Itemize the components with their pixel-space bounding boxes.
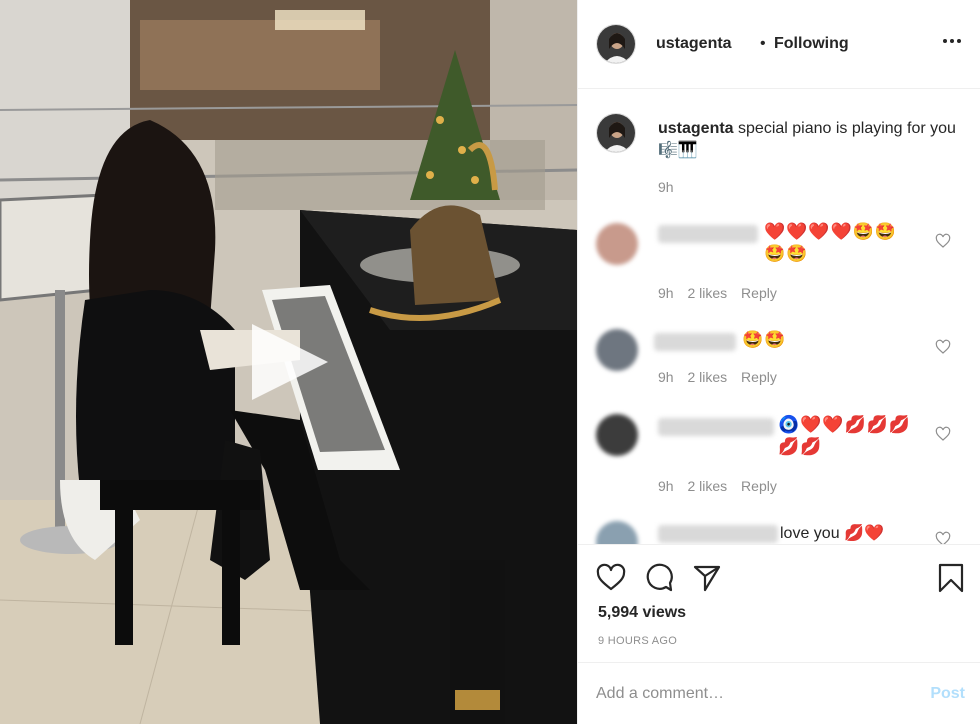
comment-input[interactable] — [596, 683, 896, 705]
like-comment-heart-icon[interactable] — [935, 426, 951, 442]
more-horizontal-icon[interactable] — [941, 30, 963, 52]
post-actions: 5,994 views 9 HOURS AGO — [578, 544, 980, 662]
commenter-avatar[interactable] — [596, 223, 638, 265]
comment-likes[interactable]: 2 likes — [687, 369, 727, 385]
comment-text: 🤩🤩 — [742, 330, 787, 349]
caption-username[interactable]: ustagenta — [658, 120, 734, 137]
comment-icon[interactable] — [644, 563, 674, 593]
comment-meta: 9h 2 likes Reply — [658, 369, 787, 385]
comment-text: love you 💋❤️ — [780, 525, 884, 542]
reply-button[interactable]: Reply — [741, 285, 777, 301]
bookmark-icon[interactable] — [936, 563, 966, 593]
comment-timestamp[interactable]: 9h — [658, 285, 674, 301]
commenter-avatar[interactable] — [596, 521, 638, 544]
heart-icon[interactable] — [596, 563, 626, 593]
caption-author-avatar[interactable] — [596, 113, 636, 153]
like-comment-heart-icon[interactable] — [935, 531, 951, 544]
post-header: ustagenta • Following — [578, 0, 980, 89]
commenter-username-blurred[interactable] — [658, 225, 758, 243]
caption-timestamp[interactable]: 9h — [658, 179, 674, 195]
comment-likes[interactable]: 2 likes — [687, 285, 727, 301]
comment-meta: 9h 2 likes Reply — [658, 478, 787, 494]
commenter-username-blurred[interactable] — [658, 525, 778, 543]
post-comment-button[interactable]: Post — [930, 685, 965, 703]
comment-text: 🧿❤️❤️💋💋💋💋💋 — [778, 415, 912, 456]
author-username[interactable]: ustagenta — [656, 35, 732, 53]
caption: ustagenta special piano is playing for y… — [658, 118, 958, 162]
comment-timestamp[interactable]: 9h — [658, 478, 674, 494]
like-comment-heart-icon[interactable] — [935, 339, 951, 355]
commenter-avatar[interactable] — [596, 329, 638, 371]
comments-list[interactable]: ustagenta special piano is playing for y… — [578, 89, 980, 544]
post-details-panel: ustagenta • Following ustagenta special … — [577, 0, 980, 724]
post-timestamp[interactable]: 9 HOURS AGO — [598, 635, 677, 647]
reply-button[interactable]: Reply — [741, 478, 777, 494]
following-button[interactable]: Following — [774, 35, 849, 53]
comment-meta: 9h 2 likes Reply — [658, 285, 787, 301]
comment-likes[interactable]: 2 likes — [687, 478, 727, 494]
comment-timestamp[interactable]: 9h — [658, 369, 674, 385]
like-comment-heart-icon[interactable] — [935, 233, 951, 249]
reply-button[interactable]: Reply — [741, 369, 777, 385]
commenter-avatar[interactable] — [596, 414, 638, 456]
header-separator: • — [760, 35, 766, 52]
view-count[interactable]: 5,994 views — [598, 604, 686, 622]
author-avatar[interactable] — [596, 24, 636, 64]
commenter-username-blurred[interactable] — [654, 333, 736, 351]
post-video[interactable] — [0, 0, 577, 724]
commenter-username-blurred[interactable] — [658, 418, 774, 436]
paper-plane-icon[interactable] — [692, 563, 722, 593]
comment-composer: Post — [578, 662, 980, 724]
play-icon[interactable] — [250, 322, 330, 402]
comment-text: ❤️❤️❤️❤️🤩🤩🤩🤩 — [764, 222, 898, 263]
